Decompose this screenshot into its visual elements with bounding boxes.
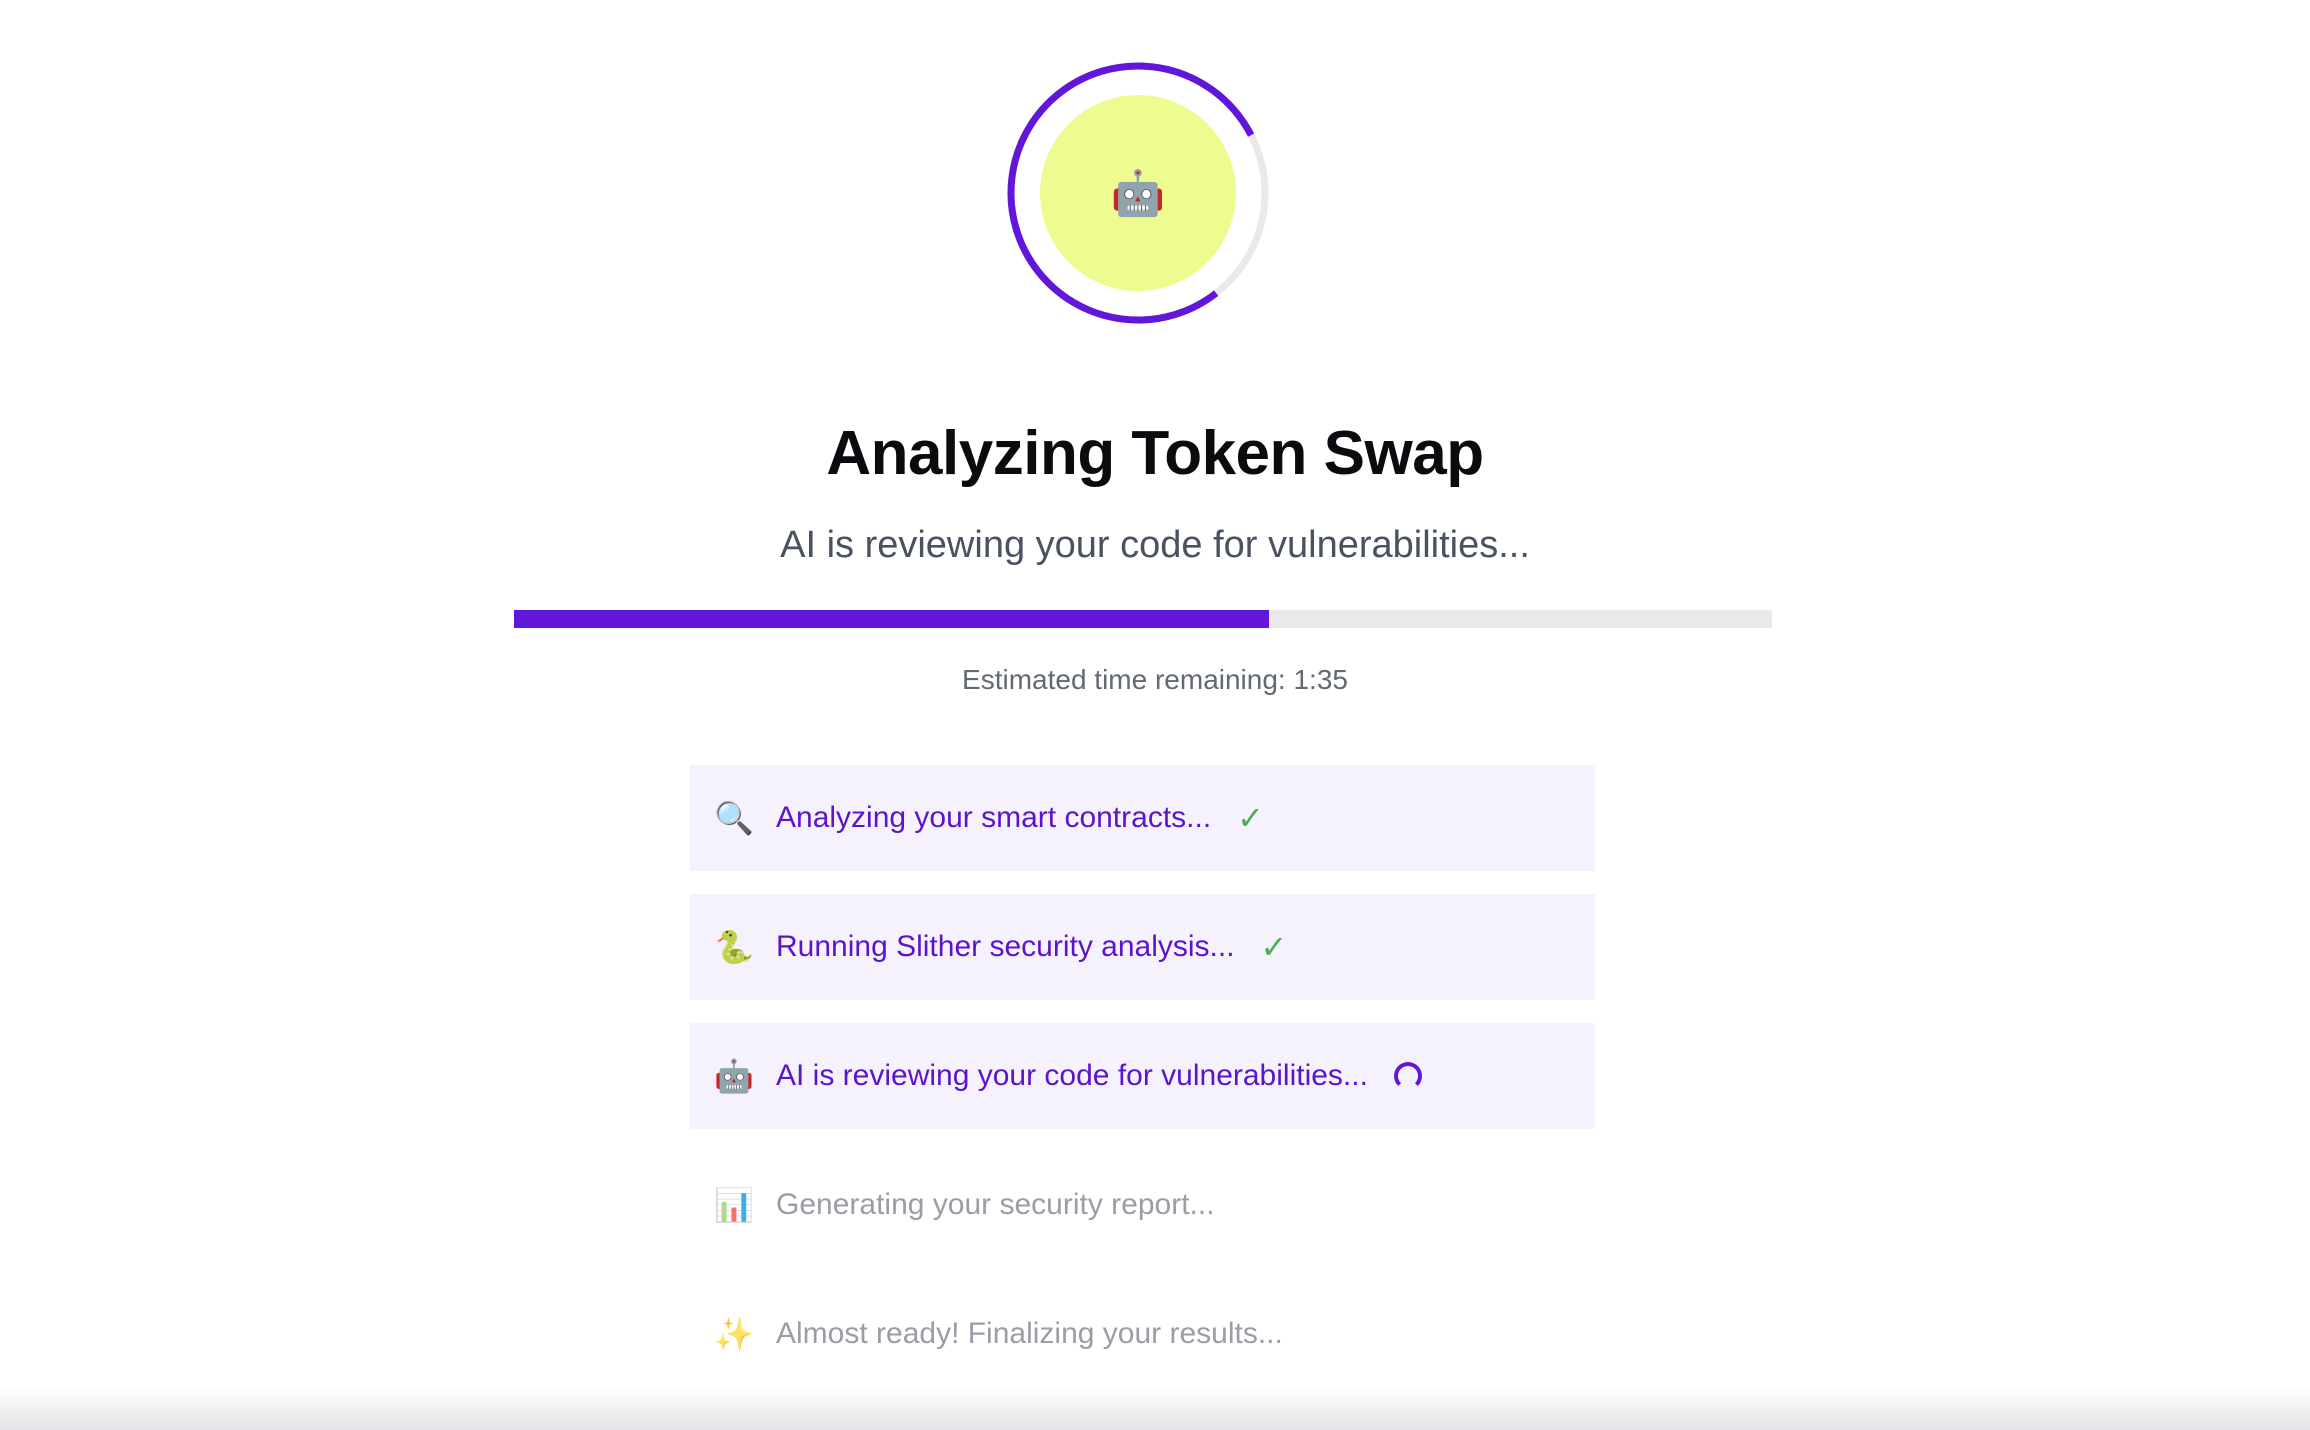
snake-icon: 🐍: [714, 929, 754, 965]
step-item: 🔍 Analyzing your smart contracts... ✓: [690, 765, 1595, 871]
step-label: Almost ready! Finalizing your results...: [776, 1317, 1283, 1350]
step-label: AI is reviewing your code for vulnerabil…: [776, 1059, 1368, 1092]
check-icon: ✓: [1260, 929, 1288, 965]
page-title: Analyzing Token Swap: [826, 419, 1484, 488]
step-label: Generating your security report...: [776, 1188, 1215, 1221]
step-label: Analyzing your smart contracts...: [776, 801, 1212, 834]
robot-icon: 🤖: [1110, 169, 1166, 218]
bar-chart-icon: 📊: [714, 1187, 754, 1223]
step-item: 🐍 Running Slither security analysis... ✓: [690, 894, 1595, 1000]
step-list: 🔍 Analyzing your smart contracts... ✓ 🐍 …: [690, 765, 1595, 1410]
step-item: 📊 Generating your security report...: [690, 1152, 1595, 1258]
step-item: ✨ Almost ready! Finalizing your results.…: [690, 1281, 1595, 1387]
step-item: 🤖 AI is reviewing your code for vulnerab…: [690, 1023, 1595, 1129]
bottom-fade: [0, 1386, 2310, 1430]
check-icon: ✓: [1237, 800, 1264, 836]
step-label: Running Slither security analysis...: [776, 930, 1235, 963]
progress-ring: 🤖: [1005, 60, 1271, 326]
estimated-time-remaining: Estimated time remaining: 1:35: [962, 664, 1348, 695]
magnifying-glass-icon: 🔍: [714, 800, 754, 836]
progress-bar-fill: [514, 610, 1269, 628]
loading-spinner-icon: [1393, 1062, 1422, 1090]
analysis-loading-page: 🤖 Analyzing Token Swap AI is reviewing y…: [0, 0, 2310, 1430]
progress-bar: [514, 610, 1772, 628]
page-subtitle: AI is reviewing your code for vulnerabil…: [780, 524, 1530, 566]
robot-icon: 🤖: [714, 1058, 754, 1094]
sparkles-icon: ✨: [714, 1316, 754, 1352]
